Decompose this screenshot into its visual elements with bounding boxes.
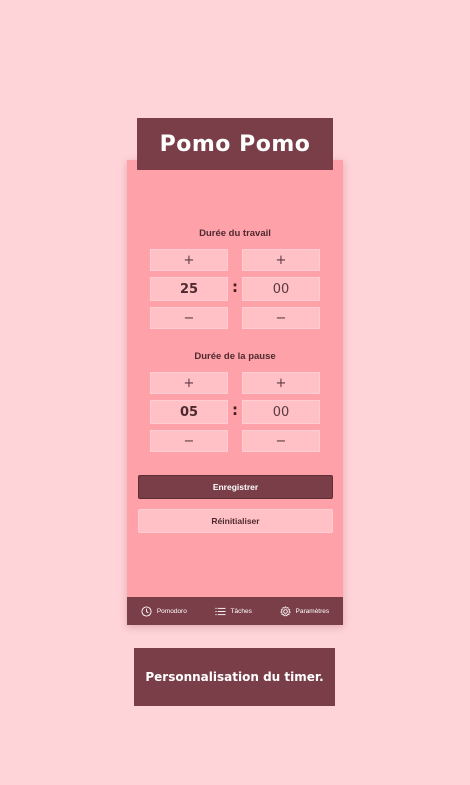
- app-title-banner: Pomo Pomo: [137, 118, 333, 170]
- gear-icon: [279, 605, 291, 616]
- nav-label-tasks: Tâches: [230, 607, 252, 615]
- work-seconds-decrement-button[interactable]: −: [242, 307, 320, 329]
- app-title: Pomo Pomo: [159, 131, 311, 157]
- pause-seconds-decrement-button[interactable]: −: [242, 430, 320, 452]
- save-button[interactable]: Enregistrer: [138, 475, 333, 499]
- nav-item-settings[interactable]: Paramètres: [279, 605, 330, 617]
- work-seconds-increment-button[interactable]: +: [242, 249, 320, 271]
- pause-minutes-value[interactable]: 05: [150, 400, 228, 424]
- pause-minutes-decrement-button[interactable]: −: [150, 430, 228, 452]
- work-duration-label: Durée du travail: [199, 228, 271, 239]
- bottom-navigation: Pomodoro Tâches Paramètres: [127, 597, 343, 625]
- nav-item-tasks[interactable]: Tâches: [214, 606, 252, 617]
- work-seconds-value[interactable]: 00: [242, 277, 320, 301]
- list-icon: [214, 607, 226, 615]
- pause-duration-label: Durée de la pause: [194, 351, 276, 362]
- nav-label-pomodoro: Pomodoro: [156, 607, 187, 615]
- work-minutes-increment-button[interactable]: +: [150, 249, 228, 271]
- phone-screen: Durée du travail + + 25 : 00 − − Durée d…: [127, 160, 343, 625]
- feature-caption-text: Personnalisation du timer.: [145, 670, 324, 684]
- feature-caption: Personnalisation du timer.: [134, 648, 335, 706]
- work-minutes-value[interactable]: 25: [150, 277, 228, 301]
- work-time-separator: :: [232, 278, 238, 296]
- pause-seconds-increment-button[interactable]: +: [242, 372, 320, 394]
- pause-time-separator: :: [232, 401, 238, 419]
- nav-item-pomodoro[interactable]: Pomodoro: [141, 605, 187, 617]
- clock-icon: [141, 605, 152, 617]
- pause-minutes-increment-button[interactable]: +: [150, 372, 228, 394]
- pause-seconds-value[interactable]: 00: [242, 400, 320, 424]
- nav-label-settings: Paramètres: [295, 607, 330, 615]
- reset-button[interactable]: Réinitialiser: [138, 509, 333, 533]
- work-minutes-decrement-button[interactable]: −: [150, 307, 228, 329]
